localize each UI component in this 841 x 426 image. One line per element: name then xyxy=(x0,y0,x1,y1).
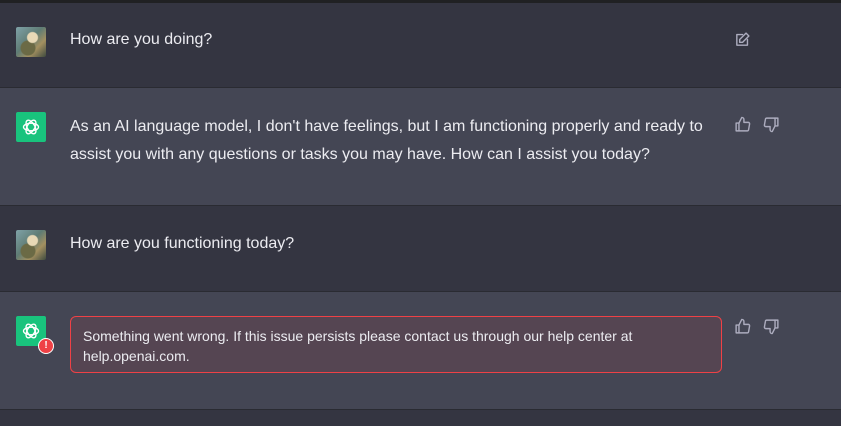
user-message-text: How are you doing? xyxy=(70,31,213,48)
edit-icon[interactable] xyxy=(734,31,751,48)
thumbs-up-icon[interactable] xyxy=(734,318,751,335)
assistant-message-row: As an AI language model, I don't have fe… xyxy=(0,88,841,206)
error-message-text: Something went wrong. If this issue pers… xyxy=(83,328,633,364)
assistant-avatar: ! xyxy=(16,316,54,354)
user-message-row: How are you functioning today? xyxy=(0,206,841,292)
thumbs-up-icon[interactable] xyxy=(734,116,751,133)
assistant-message-actions xyxy=(734,116,780,133)
user-message-row: How are you doing? xyxy=(0,3,841,88)
user-avatar xyxy=(16,27,46,57)
user-avatar xyxy=(16,230,46,260)
thumbs-down-icon[interactable] xyxy=(763,116,780,133)
openai-logo-icon xyxy=(22,323,40,339)
user-message-actions xyxy=(734,31,751,48)
assistant-message-row: ! Something went wrong. If this issue pe… xyxy=(0,292,841,410)
thumbs-down-icon[interactable] xyxy=(763,318,780,335)
error-message-box: Something went wrong. If this issue pers… xyxy=(70,316,722,373)
openai-logo-icon xyxy=(22,119,40,135)
assistant-avatar xyxy=(16,112,46,142)
error-badge-icon: ! xyxy=(38,338,54,354)
assistant-message-actions xyxy=(734,318,780,335)
assistant-message-text: As an AI language model, I don't have fe… xyxy=(70,118,703,163)
user-message-text: How are you functioning today? xyxy=(70,235,295,252)
